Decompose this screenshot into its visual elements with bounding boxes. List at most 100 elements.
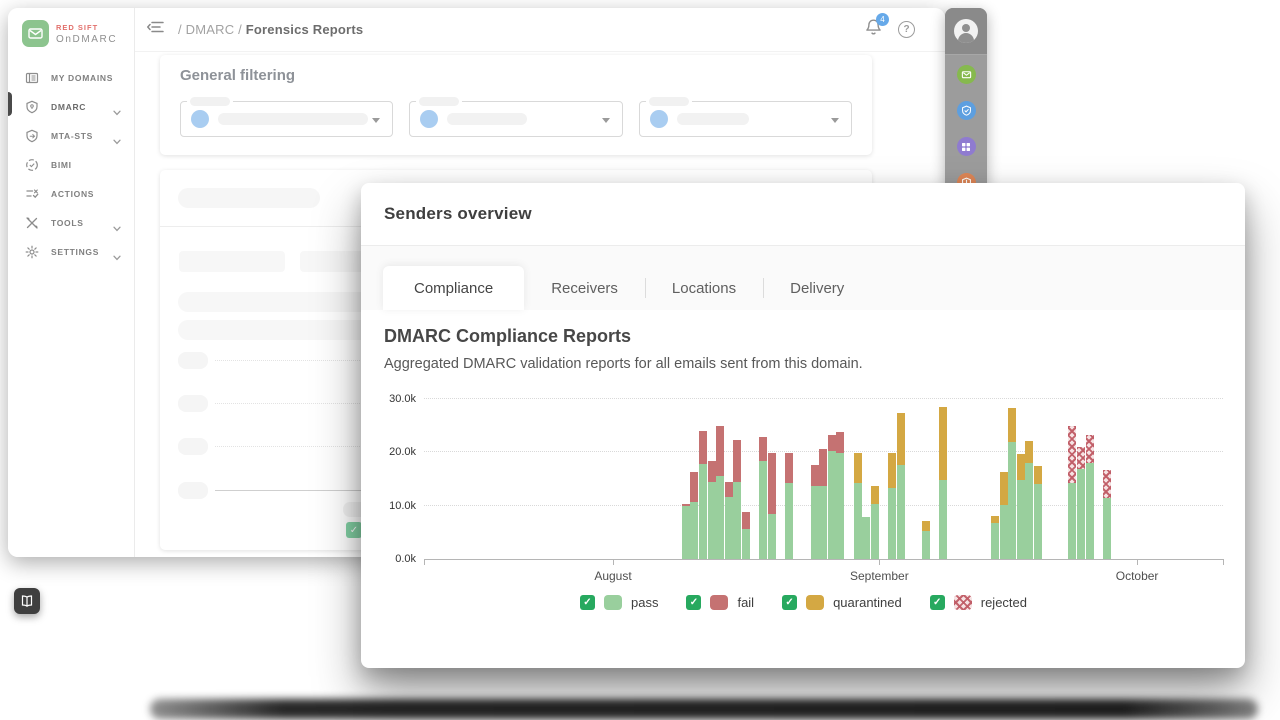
general-filtering-card: General filtering	[160, 55, 872, 155]
tab-receivers[interactable]: Receivers	[524, 266, 645, 310]
legend-swatch	[710, 595, 728, 610]
stacked-bar[interactable]	[768, 453, 776, 559]
bimi-icon	[25, 157, 41, 173]
stacked-bar[interactable]	[939, 407, 947, 559]
legend-item-quarantined: ✓quarantined	[782, 595, 902, 610]
stacked-bar[interactable]	[1034, 466, 1042, 559]
profile-section	[945, 8, 987, 55]
stacked-bar[interactable]	[1068, 426, 1076, 559]
breadcrumb: / DMARC / Forensics Reports	[178, 22, 363, 37]
topbar: / DMARC / Forensics Reports 4 ?	[135, 8, 945, 52]
legend-checkbox[interactable]: ✓	[686, 595, 701, 610]
sidebar-item-settings[interactable]: SETTINGS	[8, 237, 134, 266]
stacked-bar[interactable]	[716, 426, 724, 559]
sidebar-item-actions[interactable]: ACTIONS	[8, 179, 134, 208]
skeleton-legend-checkbox[interactable]: ✓	[346, 522, 362, 538]
stacked-bar[interactable]	[991, 516, 999, 559]
notifications-button[interactable]: 4	[865, 18, 882, 42]
modal-body: DMARC Compliance Reports Aggregated DMAR…	[361, 310, 1245, 610]
legend-checkbox[interactable]: ✓	[580, 595, 595, 610]
select-value-skeleton	[218, 113, 368, 125]
legend-label: fail	[737, 595, 754, 610]
sidebar-item-bimi[interactable]: BIMI	[8, 150, 134, 179]
filter-select-2[interactable]	[409, 101, 622, 137]
chart-subtitle: Aggregated DMARC validation reports for …	[384, 356, 1223, 372]
stacked-bar[interactable]	[871, 486, 879, 559]
bar-segment-pass	[682, 506, 690, 559]
stacked-bar[interactable]	[708, 461, 716, 559]
stacked-bar[interactable]	[742, 512, 750, 559]
stacked-bar[interactable]	[854, 453, 862, 559]
tab-delivery[interactable]: Delivery	[763, 266, 871, 310]
blue-shield-app-icon[interactable]	[957, 101, 976, 120]
sidebar-item-my-domains[interactable]: MY DOMAINS	[8, 63, 134, 92]
bar-segment-pass	[716, 476, 724, 559]
bar-segment-quarantined	[1017, 454, 1025, 479]
bar-segment-rejected	[1103, 470, 1111, 498]
brand-logo[interactable]: RED SIFT OnDMARC	[8, 8, 134, 55]
sidebar-nav: MY DOMAINS DMARC MTA-STSBIMIACTIONSTOOLS SE…	[8, 63, 134, 266]
help-button[interactable]: ?	[898, 21, 915, 38]
stacked-bar[interactable]	[1077, 447, 1085, 559]
stacked-bar[interactable]	[725, 482, 733, 559]
chevron-down-icon	[372, 118, 380, 123]
stacked-bar[interactable]	[922, 521, 930, 559]
tab-locations[interactable]: Locations	[645, 266, 763, 310]
stacked-bar[interactable]	[1025, 441, 1033, 559]
sidebar-item-tools[interactable]: TOOLS	[8, 208, 134, 237]
filter-select-1[interactable]	[180, 101, 393, 137]
x-axis-tick	[1223, 559, 1224, 565]
stacked-bar[interactable]	[1017, 454, 1025, 559]
stacked-bar[interactable]	[811, 465, 819, 559]
ondmarc-app-icon[interactable]	[957, 65, 976, 84]
stacked-bar[interactable]	[1008, 408, 1016, 559]
stacked-bar[interactable]	[682, 504, 690, 559]
bar-segment-pass	[1103, 498, 1111, 559]
brand-line1: RED SIFT	[56, 23, 117, 32]
breadcrumb-prefix[interactable]: / DMARC /	[178, 22, 246, 37]
legend-checkbox[interactable]: ✓	[782, 595, 797, 610]
stacked-bar[interactable]	[862, 517, 870, 559]
stacked-bar[interactable]	[836, 432, 844, 559]
stacked-bar[interactable]	[759, 437, 767, 559]
tab-compliance[interactable]: Compliance	[383, 266, 524, 310]
filter-select-3[interactable]	[639, 101, 852, 137]
bar-segment-quarantined	[991, 516, 999, 523]
docs-widget-button[interactable]	[14, 588, 40, 614]
bar-segment-fail	[836, 432, 844, 453]
stacked-bar[interactable]	[828, 435, 836, 559]
stacked-bar[interactable]	[690, 472, 698, 559]
modal-tabs: ComplianceReceiversLocationsDelivery	[361, 246, 1245, 310]
month-label: September	[850, 569, 909, 583]
x-axis-line	[424, 559, 1223, 560]
bar-segment-pass	[1017, 480, 1025, 559]
stacked-bar[interactable]	[897, 413, 905, 559]
sidebar-item-label: SETTINGS	[51, 247, 99, 257]
stacked-bar[interactable]	[888, 453, 896, 559]
stacked-bar[interactable]	[1086, 435, 1094, 559]
stacked-bar[interactable]	[785, 453, 793, 559]
stacked-bar[interactable]	[1103, 470, 1111, 559]
select-avatar-skeleton	[191, 110, 209, 128]
stacked-bar[interactable]	[819, 449, 827, 559]
modal-header: Senders overview	[361, 183, 1245, 246]
stacked-bar[interactable]	[1000, 472, 1008, 559]
select-label-skeleton	[419, 97, 459, 106]
bar-segment-fail	[819, 449, 827, 486]
bar-segment-fail	[699, 431, 707, 464]
legend-label: rejected	[981, 595, 1027, 610]
legend-swatch	[954, 595, 972, 610]
breadcrumb-current: Forensics Reports	[246, 22, 364, 37]
collapse-menu-icon[interactable]	[147, 20, 164, 39]
stacked-bar[interactable]	[733, 440, 741, 559]
brand-envelope-icon	[22, 20, 49, 47]
purple-grid-app-icon[interactable]	[957, 137, 976, 156]
user-avatar[interactable]	[954, 19, 978, 43]
sidebar-item-label: DMARC	[51, 102, 86, 112]
sidebar-item-mta-sts[interactable]: MTA-STS	[8, 121, 134, 150]
stacked-bar[interactable]	[699, 431, 707, 559]
sidebar-item-dmarc[interactable]: DMARC	[8, 92, 134, 121]
bar-segment-quarantined	[1025, 441, 1033, 463]
checklist-icon	[25, 186, 41, 202]
legend-checkbox[interactable]: ✓	[930, 595, 945, 610]
